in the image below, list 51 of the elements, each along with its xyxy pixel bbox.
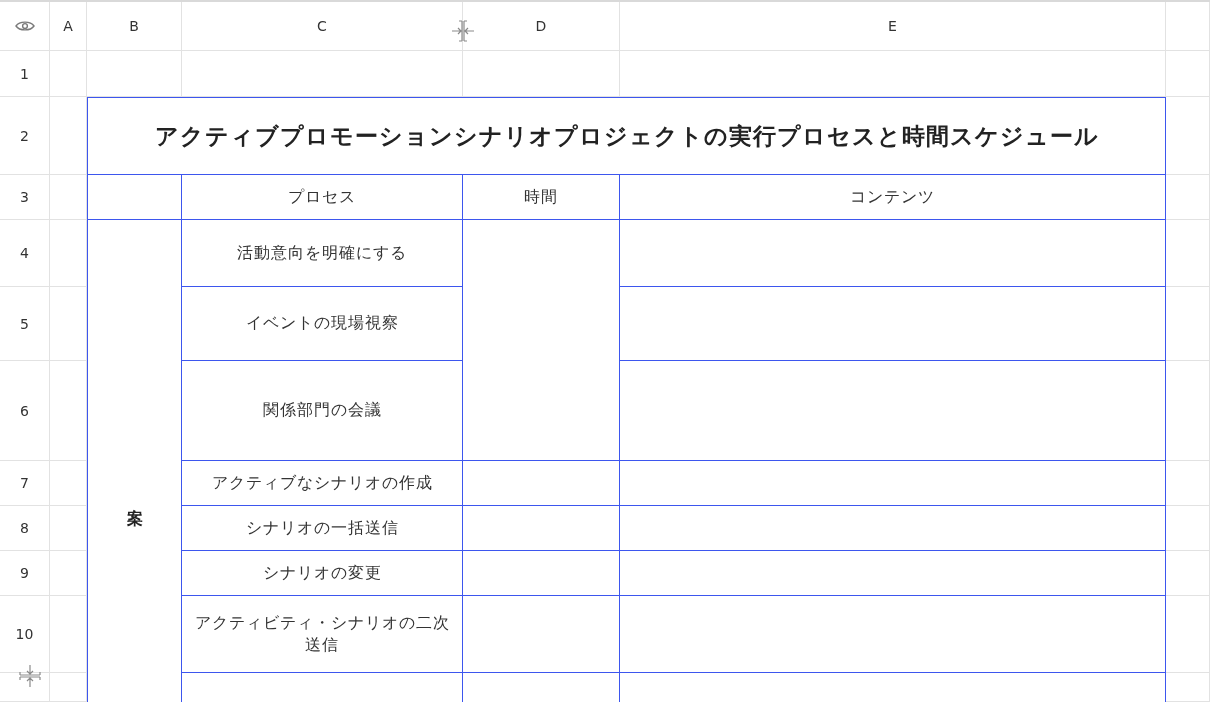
row-header[interactable]: 10 bbox=[0, 596, 50, 673]
table-cell[interactable] bbox=[463, 673, 620, 702]
row-header[interactable]: 5 bbox=[0, 287, 50, 361]
table-cell[interactable] bbox=[620, 361, 1166, 461]
column-header[interactable]: B bbox=[87, 2, 182, 51]
row-header[interactable]: 1 bbox=[0, 51, 50, 97]
column-header[interactable]: C bbox=[182, 2, 463, 51]
table-cell[interactable] bbox=[620, 596, 1166, 673]
row-header[interactable]: 4 bbox=[0, 220, 50, 287]
row-header[interactable]: 2 bbox=[0, 97, 50, 175]
table-cell[interactable] bbox=[620, 673, 1166, 702]
row-header[interactable]: 8 bbox=[0, 506, 50, 551]
column-header[interactable]: D bbox=[463, 2, 620, 51]
table-cell[interactable] bbox=[182, 673, 463, 702]
row-header[interactable]: 3 bbox=[0, 175, 50, 220]
header-cell[interactable]: コンテンツ bbox=[620, 175, 1166, 220]
process-cell[interactable]: アクティブなシナリオの作成 bbox=[182, 461, 463, 506]
table-cell[interactable] bbox=[620, 506, 1166, 551]
row-header[interactable] bbox=[0, 673, 50, 702]
table-cell[interactable] bbox=[463, 551, 620, 596]
table-cell[interactable] bbox=[463, 596, 620, 673]
row-header[interactable]: 6 bbox=[0, 361, 50, 461]
sheet-cell[interactable] bbox=[50, 51, 87, 97]
process-cell[interactable]: イベントの現場視察 bbox=[182, 287, 463, 361]
process-cell[interactable]: シナリオの変更 bbox=[182, 551, 463, 596]
eye-icon[interactable] bbox=[14, 20, 35, 32]
process-cell[interactable]: アクティビティ・シナリオの二次送信 bbox=[182, 596, 463, 673]
table-cell[interactable] bbox=[463, 506, 620, 551]
table-cell[interactable] bbox=[620, 551, 1166, 596]
row-resize-icon[interactable] bbox=[19, 664, 41, 688]
table-cell[interactable] bbox=[620, 461, 1166, 506]
row-header[interactable]: 9 bbox=[0, 551, 50, 596]
table-cell[interactable] bbox=[463, 220, 620, 461]
corner-cell[interactable] bbox=[0, 2, 50, 51]
header-cell[interactable]: プロセス bbox=[182, 175, 463, 220]
process-cell[interactable]: 関係部門の会議 bbox=[182, 361, 463, 461]
table-cell[interactable] bbox=[463, 461, 620, 506]
group-cell[interactable]: 案 bbox=[87, 220, 182, 702]
table-cell[interactable] bbox=[620, 287, 1166, 361]
column-header[interactable]: A bbox=[50, 2, 87, 51]
header-cell[interactable]: 時間 bbox=[463, 175, 620, 220]
process-cell[interactable]: シナリオの一括送信 bbox=[182, 506, 463, 551]
row-header[interactable]: 7 bbox=[0, 461, 50, 506]
sheet-cell[interactable] bbox=[1166, 51, 1210, 97]
table-cell[interactable] bbox=[87, 175, 182, 220]
column-resize-icon[interactable] bbox=[451, 20, 475, 42]
title-cell[interactable]: アクティブプロモーションシナリオプロジェクトの実行プロセスと時間スケジュール bbox=[87, 97, 1166, 175]
table-cell[interactable] bbox=[620, 220, 1166, 287]
process-cell[interactable]: 活動意向を明確にする bbox=[182, 220, 463, 287]
column-header[interactable] bbox=[1166, 2, 1210, 51]
column-header[interactable]: E bbox=[620, 2, 1166, 51]
